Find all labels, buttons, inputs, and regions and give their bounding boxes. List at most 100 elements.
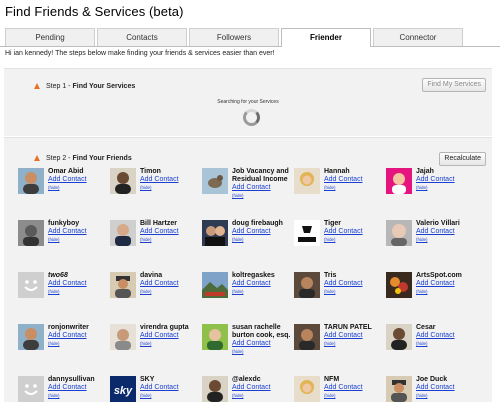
friend-name-text: dannysullivan xyxy=(48,376,95,383)
add-contact-link[interactable]: Add Contact xyxy=(324,228,386,236)
add-contact-link[interactable]: Add Contact xyxy=(140,332,202,340)
add-contact-link[interactable]: Add Contact xyxy=(232,184,294,192)
hide-link[interactable]: (hide) xyxy=(232,237,294,243)
friend-name: Joe Duck Add Contact (hide) xyxy=(416,376,478,399)
add-contact-link[interactable]: Add Contact xyxy=(232,340,294,348)
hide-link[interactable]: (hide) xyxy=(140,341,202,347)
friend-name-text: susan rachelle burton cook, esq. xyxy=(232,324,291,339)
add-contact-link[interactable]: Add Contact xyxy=(324,384,386,392)
add-contact-link[interactable]: Add Contact xyxy=(48,280,110,288)
add-contact-link[interactable]: Add Contact xyxy=(48,176,110,184)
hide-link[interactable]: (hide) xyxy=(48,393,110,399)
tab-connector[interactable]: Connector xyxy=(373,28,463,46)
step1-prefix: Step 1 - xyxy=(46,83,73,90)
add-contact-link[interactable]: Add Contact xyxy=(140,384,202,392)
avatar[interactable] xyxy=(18,272,44,298)
avatar[interactable] xyxy=(386,220,412,246)
friend-name: @alexdc Add Contact (hide) xyxy=(232,376,294,399)
friend-name: susan rachelle burton cook, esq. Add Cont… xyxy=(232,324,294,355)
hide-link[interactable]: (hide) xyxy=(324,185,386,191)
add-contact-link[interactable]: Add Contact xyxy=(416,280,478,288)
avatar[interactable] xyxy=(18,376,44,402)
add-contact-link[interactable]: Add Contact xyxy=(140,176,202,184)
add-contact-link[interactable]: Add Contact xyxy=(416,332,478,340)
avatar[interactable] xyxy=(18,324,44,350)
recalculate-button[interactable]: Recalculate xyxy=(439,152,486,166)
add-contact-link[interactable]: Add Contact xyxy=(232,384,294,392)
warning-icon xyxy=(34,83,40,89)
avatar[interactable] xyxy=(202,220,228,246)
hide-link[interactable]: (hide) xyxy=(48,289,110,295)
hide-link[interactable]: (hide) xyxy=(416,341,478,347)
add-contact-link[interactable]: Add Contact xyxy=(140,228,202,236)
avatar[interactable] xyxy=(386,324,412,350)
add-contact-link[interactable]: Add Contact xyxy=(416,228,478,236)
avatar[interactable] xyxy=(110,168,136,194)
friend-card: Valerio Villari Add Contact (hide) xyxy=(386,220,478,260)
add-contact-link[interactable]: Add Contact xyxy=(48,332,110,340)
friend-card: davina Add Contact (hide) xyxy=(110,272,202,312)
avatar[interactable] xyxy=(18,220,44,246)
hide-link[interactable]: (hide) xyxy=(232,349,294,355)
page-title: Find Friends & Services (beta) xyxy=(5,4,184,19)
avatar[interactable] xyxy=(110,220,136,246)
friend-name: ArtsSpot.com Add Contact (hide) xyxy=(416,272,478,295)
tab-friender[interactable]: Friender xyxy=(281,28,371,47)
tab-followers[interactable]: Followers xyxy=(189,28,279,46)
hide-link[interactable]: (hide) xyxy=(416,289,478,295)
avatar[interactable] xyxy=(294,168,320,194)
hide-link[interactable]: (hide) xyxy=(140,393,202,399)
hide-link[interactable]: (hide) xyxy=(48,341,110,347)
hide-link[interactable]: (hide) xyxy=(140,237,202,243)
avatar[interactable] xyxy=(386,272,412,298)
add-contact-link[interactable]: Add Contact xyxy=(416,384,478,392)
hide-link[interactable]: (hide) xyxy=(324,237,386,243)
friend-card: virendra gupta Add Contact (hide) xyxy=(110,324,202,364)
add-contact-link[interactable]: Add Contact xyxy=(232,228,294,236)
hide-link[interactable]: (hide) xyxy=(324,341,386,347)
friend-name: Cesar Add Contact (hide) xyxy=(416,324,478,347)
avatar[interactable] xyxy=(202,324,228,350)
hide-link[interactable]: (hide) xyxy=(324,393,386,399)
avatar[interactable] xyxy=(18,168,44,194)
add-contact-link[interactable]: Add Contact xyxy=(324,280,386,288)
avatar[interactable] xyxy=(110,272,136,298)
avatar[interactable] xyxy=(202,376,228,402)
friend-name-text: two68 xyxy=(48,272,68,279)
hide-link[interactable]: (hide) xyxy=(48,185,110,191)
step1-heading: Step 1 - Find Your Services xyxy=(34,83,135,90)
tab-pending[interactable]: Pending xyxy=(5,28,95,46)
avatar[interactable] xyxy=(202,168,228,194)
tab-contacts[interactable]: Contacts xyxy=(97,28,187,46)
friend-card: Bill Hartzer Add Contact (hide) xyxy=(110,220,202,260)
hide-link[interactable]: (hide) xyxy=(232,193,294,199)
friend-name: dannysullivan Add Contact (hide) xyxy=(48,376,110,399)
hide-link[interactable]: (hide) xyxy=(416,237,478,243)
avatar[interactable]: sky xyxy=(110,376,136,402)
avatar[interactable] xyxy=(294,272,320,298)
avatar[interactable] xyxy=(386,376,412,402)
add-contact-link[interactable]: Add Contact xyxy=(324,176,386,184)
hide-link[interactable]: (hide) xyxy=(416,185,478,191)
add-contact-link[interactable]: Add Contact xyxy=(48,228,110,236)
add-contact-link[interactable]: Add Contact xyxy=(416,176,478,184)
add-contact-link[interactable]: Add Contact xyxy=(48,384,110,392)
avatar[interactable] xyxy=(294,324,320,350)
find-my-services-button[interactable]: Find My Services xyxy=(422,78,486,92)
avatar[interactable] xyxy=(110,324,136,350)
hide-link[interactable]: (hide) xyxy=(324,289,386,295)
hide-link[interactable]: (hide) xyxy=(416,393,478,399)
avatar[interactable] xyxy=(294,376,320,402)
hide-link[interactable]: (hide) xyxy=(232,393,294,399)
hide-link[interactable]: (hide) xyxy=(140,289,202,295)
avatar[interactable] xyxy=(386,168,412,194)
hide-link[interactable]: (hide) xyxy=(232,289,294,295)
add-contact-link[interactable]: Add Contact xyxy=(324,332,386,340)
add-contact-link[interactable]: Add Contact xyxy=(232,280,294,288)
add-contact-link[interactable]: Add Contact xyxy=(140,280,202,288)
friend-card: ArtsSpot.com Add Contact (hide) xyxy=(386,272,478,312)
avatar[interactable] xyxy=(202,272,228,298)
hide-link[interactable]: (hide) xyxy=(48,237,110,243)
hide-link[interactable]: (hide) xyxy=(140,185,202,191)
avatar[interactable] xyxy=(294,220,320,246)
